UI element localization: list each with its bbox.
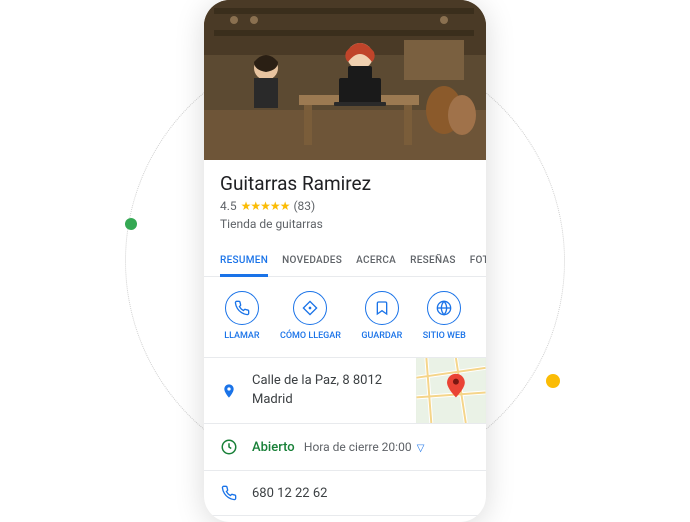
website-label: SITIO WEB (423, 331, 466, 341)
tab-novedades[interactable]: NOVEDADES (282, 247, 342, 276)
address-line1: Calle de la Paz, 8 8012 (252, 372, 382, 390)
stars-icon: ★★★★★ (241, 199, 290, 213)
save-button[interactable]: GUARDAR (361, 291, 402, 341)
business-header: Guitarras Ramirez 4.5 ★★★★★ (83) Tienda … (204, 160, 486, 241)
directions-label: CÓMO LLEGAR (280, 331, 341, 341)
tabs: RESUMEN NOVEDADES ACERCA RESEÑAS FOT (204, 247, 486, 277)
call-label: LLAMAR (224, 331, 259, 341)
tab-acerca[interactable]: ACERCA (356, 247, 396, 276)
action-bar: LLAMAR CÓMO LLEGAR GUARDAR SITIO WEB (204, 277, 486, 358)
open-status: Abierto (252, 440, 295, 455)
phone-row[interactable]: 680 12 22 62 (204, 471, 486, 516)
decorative-dot-yellow (546, 374, 560, 388)
tab-resumen[interactable]: RESUMEN (220, 247, 268, 277)
decorative-dot-green (125, 218, 137, 230)
address-row[interactable]: Calle de la Paz, 8 8012 Madrid (204, 358, 486, 424)
save-label: GUARDAR (361, 331, 402, 341)
location-pin-icon (220, 381, 238, 401)
review-count: (83) (293, 199, 315, 213)
bookmark-icon (365, 291, 399, 325)
business-category: Tienda de guitarras (220, 217, 470, 231)
closing-time: Hora de cierre 20:00 (304, 440, 412, 454)
rating-value: 4.5 (220, 199, 237, 213)
rating-row[interactable]: 4.5 ★★★★★ (83) (220, 199, 470, 213)
address-line2: Madrid (252, 391, 382, 409)
phone-frame: Guitarras Ramirez 4.5 ★★★★★ (83) Tienda … (204, 0, 486, 522)
tab-resenas[interactable]: RESEÑAS (410, 247, 456, 276)
phone-icon (225, 291, 259, 325)
directions-button[interactable]: CÓMO LLEGAR (280, 291, 341, 341)
tab-fotos[interactable]: FOT (470, 247, 486, 276)
globe-icon (427, 291, 461, 325)
directions-icon (293, 291, 327, 325)
clock-icon (220, 438, 238, 456)
website-button[interactable]: SITIO WEB (423, 291, 466, 341)
phone-number: 680 12 22 62 (252, 486, 327, 501)
phone-icon (220, 485, 238, 501)
chevron-down-icon: ▽ (417, 443, 425, 454)
address-text: Calle de la Paz, 8 8012 Madrid (252, 372, 382, 408)
call-button[interactable]: LLAMAR (224, 291, 259, 341)
business-name: Guitarras Ramirez (220, 172, 470, 195)
hours-text: Abierto Hora de cierre 20:00 ▽ (252, 440, 425, 455)
hours-row[interactable]: Abierto Hora de cierre 20:00 ▽ (204, 424, 486, 471)
hero-image[interactable] (204, 0, 486, 160)
map-thumbnail[interactable] (416, 358, 486, 423)
